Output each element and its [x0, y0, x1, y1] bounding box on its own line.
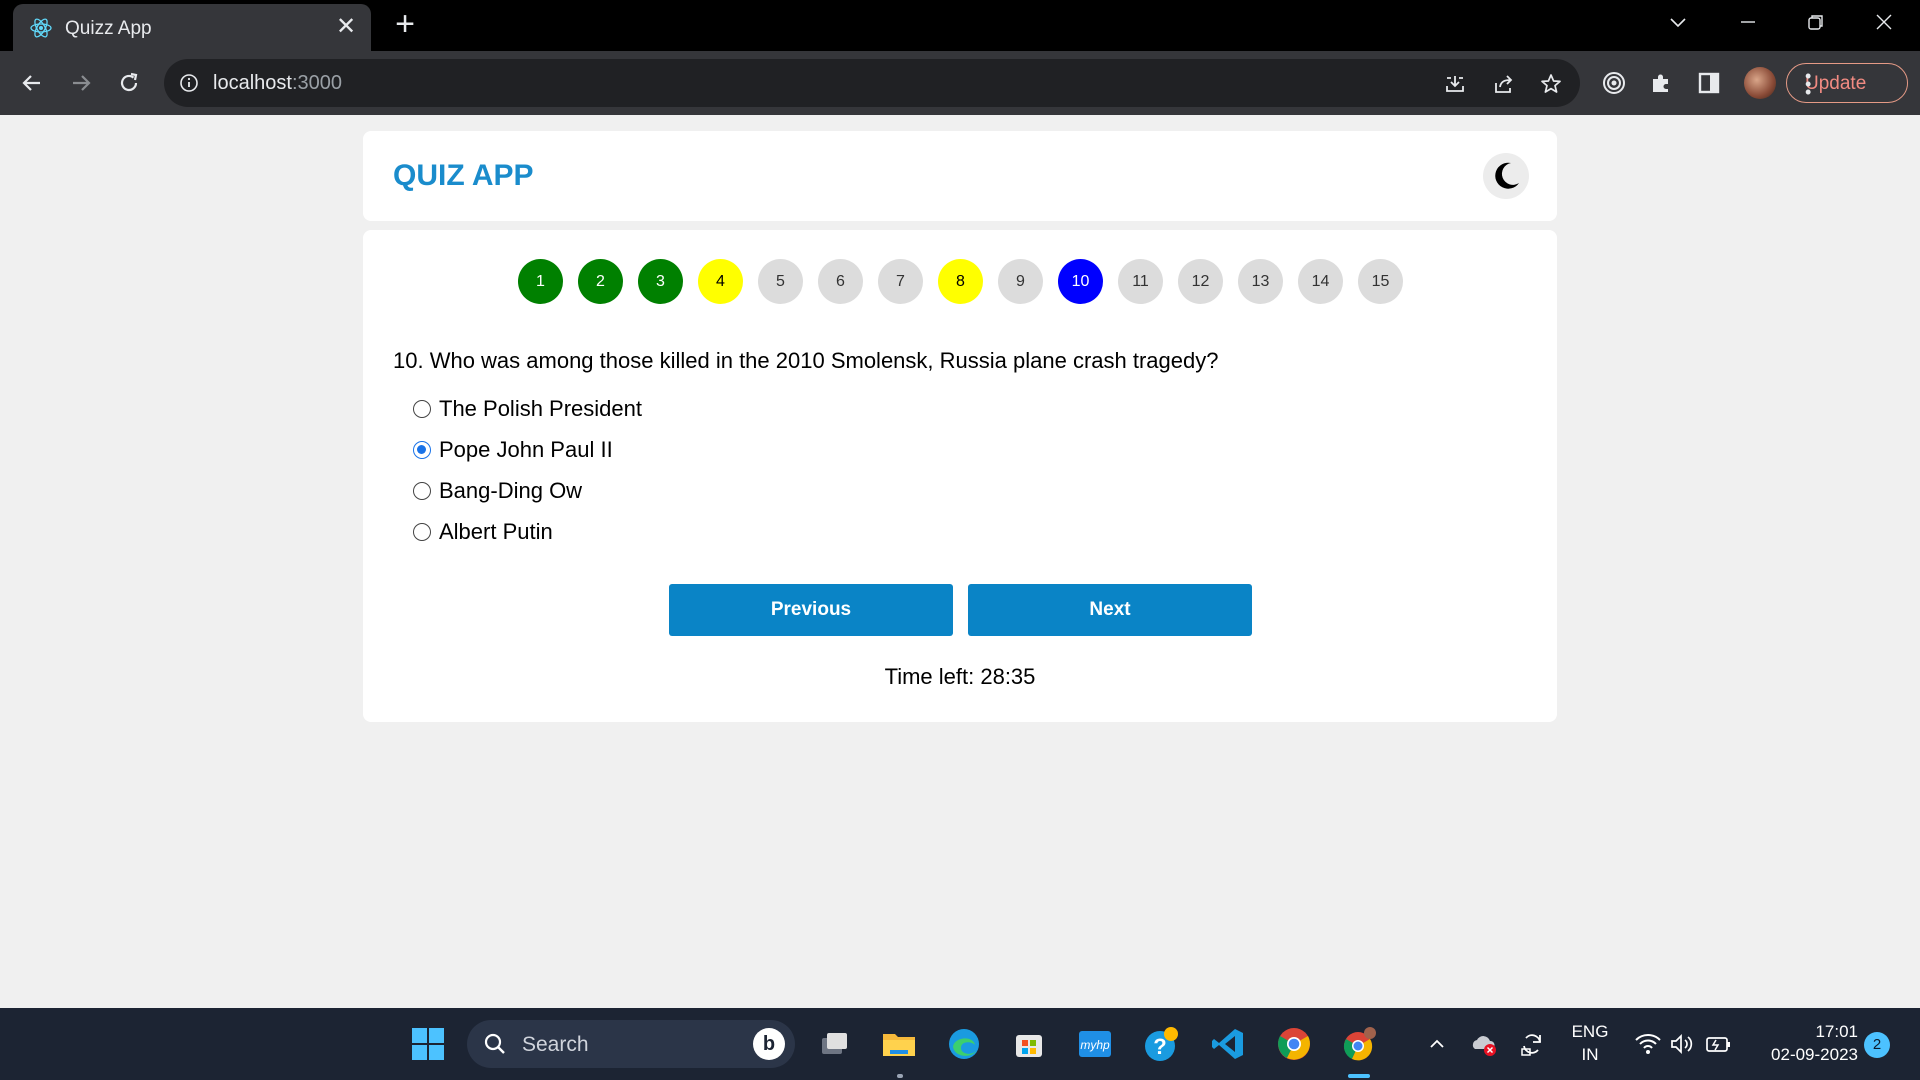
next-button[interactable]: Next — [968, 584, 1252, 636]
theme-toggle-button[interactable] — [1483, 153, 1529, 199]
time-left: Time left: 28:35 — [884, 664, 1036, 689]
browser-tab-strip: Quizz App ✕ + — [0, 0, 1920, 51]
new-tab-button[interactable]: + — [390, 7, 420, 41]
question-text: 10. Who was among those killed in the 20… — [393, 348, 1219, 373]
input-language[interactable]: ENG IN — [1565, 1022, 1615, 1065]
question-nav-6[interactable]: 6 — [818, 259, 863, 304]
react-icon — [29, 16, 53, 40]
forward-button[interactable] — [63, 65, 99, 101]
answer-option[interactable]: Pope John Paul II — [413, 429, 642, 470]
install-app-icon[interactable] — [1442, 71, 1468, 97]
running-indicator — [897, 1074, 903, 1078]
profile-avatar[interactable] — [1744, 67, 1776, 99]
svg-text:?: ? — [1153, 1034, 1166, 1059]
share-icon[interactable] — [1491, 71, 1517, 97]
question-nav-12[interactable]: 12 — [1178, 259, 1223, 304]
battery-icon[interactable] — [1696, 1022, 1740, 1066]
question-nav-14[interactable]: 14 — [1298, 259, 1343, 304]
chrome-icon[interactable] — [1272, 1022, 1316, 1066]
url-text: localhost:3000 — [213, 72, 342, 94]
clock[interactable]: 17:01 02-09-2023 — [1748, 1022, 1858, 1065]
app-title: QUIZ APP — [393, 159, 534, 192]
question-nav-11[interactable]: 11 — [1118, 259, 1163, 304]
radio-button[interactable] — [413, 522, 431, 541]
question-nav-3[interactable]: 3 — [638, 259, 683, 304]
chrome-profile-icon[interactable] — [1338, 1022, 1382, 1066]
question-nav-13[interactable]: 13 — [1238, 259, 1283, 304]
file-explorer-icon[interactable] — [877, 1022, 921, 1066]
question-nav-4[interactable]: 4 — [698, 259, 743, 304]
active-app-indicator — [1348, 1074, 1370, 1078]
minimize-button[interactable] — [1718, 4, 1778, 42]
question-nav-8[interactable]: 8 — [938, 259, 983, 304]
get-help-icon[interactable]: ? — [1140, 1022, 1184, 1066]
update-button[interactable]: Update • • • — [1786, 63, 1908, 103]
question-nav-10[interactable]: 10 — [1058, 259, 1103, 304]
answer-option[interactable]: Bang-Ding Ow — [413, 470, 642, 511]
task-view-icon[interactable] — [812, 1022, 856, 1066]
myhp-icon[interactable]: myhp — [1073, 1022, 1117, 1066]
tab-search-chevron-icon[interactable] — [1648, 4, 1708, 42]
answer-option-label: Albert Putin — [439, 518, 553, 544]
close-window-button[interactable] — [1854, 4, 1914, 42]
answer-option[interactable]: Albert Putin — [413, 511, 642, 552]
menu-kebab-icon[interactable]: • • • — [1805, 67, 1895, 101]
onedrive-error-icon[interactable] — [1462, 1022, 1506, 1066]
extension-target-icon[interactable] — [1596, 65, 1632, 101]
start-windows-icon[interactable] — [406, 1022, 450, 1066]
notification-badge[interactable]: 2 — [1864, 1032, 1890, 1058]
radio-button[interactable] — [413, 440, 431, 459]
browser-toolbar: localhost:3000 Update • • • — [0, 51, 1920, 115]
radio-button[interactable] — [413, 399, 431, 418]
microsoft-store-icon[interactable] — [1007, 1022, 1051, 1066]
answer-option[interactable]: The Polish President — [413, 388, 642, 429]
back-button[interactable] — [14, 65, 50, 101]
reload-button[interactable] — [111, 65, 147, 101]
show-hidden-icons-chevron[interactable] — [1415, 1022, 1459, 1066]
question-nav-5[interactable]: 5 — [758, 259, 803, 304]
previous-button[interactable]: Previous — [669, 584, 953, 636]
question-nav-1[interactable]: 1 — [518, 259, 563, 304]
restore-button[interactable] — [1786, 4, 1846, 42]
answer-option-label: Pope John Paul II — [439, 436, 613, 462]
bing-icon[interactable]: b — [753, 1028, 785, 1060]
address-bar[interactable]: localhost:3000 — [164, 59, 1580, 107]
vscode-icon[interactable] — [1206, 1022, 1250, 1066]
bookmark-star-icon[interactable] — [1538, 71, 1564, 97]
taskbar-search[interactable]: Search b — [467, 1020, 795, 1068]
question-nav-15[interactable]: 15 — [1358, 259, 1403, 304]
svg-text:myhp: myhp — [1080, 1038, 1110, 1052]
quiz-card: 1 2 3 4 5 6 7 8 9 10 11 12 13 14 15 10. Who was among … — [363, 230, 1557, 722]
tab-title: Quizz App — [65, 18, 152, 39]
extensions-puzzle-icon[interactable] — [1643, 65, 1679, 101]
question-nav-9[interactable]: 9 — [998, 259, 1043, 304]
taskbar: Search b myhp ? ENG IN 17:01 02-09-2023 … — [0, 1008, 1920, 1080]
app-header: QUIZ APP — [363, 131, 1557, 221]
answer-option-label: Bang-Ding Ow — [439, 477, 583, 503]
answer-options: The Polish President Pope John Paul II Ban… — [413, 388, 642, 552]
close-tab-icon[interactable]: ✕ — [333, 14, 359, 40]
site-info-icon[interactable] — [178, 72, 200, 99]
moon-icon — [1495, 162, 1519, 189]
edge-icon[interactable] — [942, 1022, 986, 1066]
question-nav-2[interactable]: 2 — [578, 259, 623, 304]
question-nav-7[interactable]: 7 — [878, 259, 923, 304]
search-label: Search — [522, 1033, 589, 1056]
question-navigator: 1 2 3 4 5 6 7 8 9 10 11 12 13 14 15 — [518, 259, 1403, 304]
side-panel-icon[interactable] — [1691, 65, 1727, 101]
browser-tab[interactable]: Quizz App ✕ — [13, 4, 371, 51]
search-icon — [483, 1032, 507, 1061]
answer-option-label: The Polish President — [439, 395, 642, 421]
radio-button[interactable] — [413, 481, 431, 500]
sync-icon[interactable] — [1510, 1022, 1554, 1066]
